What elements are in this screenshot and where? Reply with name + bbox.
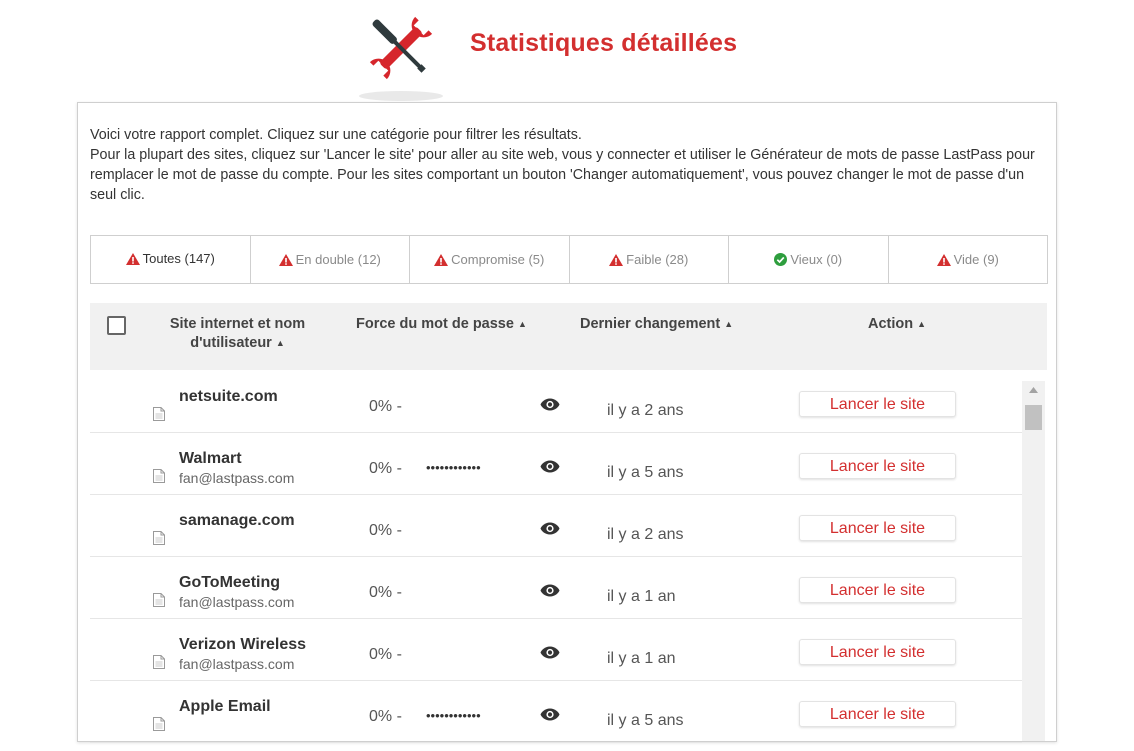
site-name: Apple Email <box>179 698 271 715</box>
column-header-strength[interactable]: Force du mot de passe ▲ <box>356 315 527 335</box>
sort-caret-icon: ▲ <box>275 338 285 348</box>
last-changed: il y a 5 ans <box>607 464 684 481</box>
scrollbar-thumb[interactable] <box>1025 405 1042 430</box>
tab-all[interactable]: Toutes (147) <box>91 236 250 283</box>
sort-caret-icon: ▲ <box>917 319 927 329</box>
password-strength: 0% - <box>369 522 402 539</box>
intro-line-1: Voici votre rapport complet. Cliquez sur… <box>90 127 582 143</box>
table-row: samanage.com 0% - il y a 2 ans Lancer le… <box>90 495 1022 557</box>
masked-password: •••••••••••• <box>426 460 481 475</box>
document-icon <box>153 407 165 421</box>
warning-icon <box>434 253 449 266</box>
launch-site-button[interactable]: Lancer le site <box>799 391 956 417</box>
launch-site-button[interactable]: Lancer le site <box>799 701 956 727</box>
password-strength: 0% - <box>369 584 402 601</box>
tab-compromised[interactable]: Compromise (5) <box>409 236 569 283</box>
warning-icon <box>125 252 140 265</box>
tab-label: Vieux (0) <box>790 252 843 267</box>
launch-site-button[interactable]: Lancer le site <box>799 639 956 665</box>
column-header-site-line1: Site internet et nom <box>169 316 306 332</box>
tools-icon <box>359 16 443 101</box>
check-circle-icon <box>774 253 788 266</box>
tab-label: En double (12) <box>295 252 381 267</box>
site-name: GoToMeeting <box>179 574 281 591</box>
sort-caret-icon: ▲ <box>517 319 527 329</box>
tab-label: Vide (9) <box>953 252 999 267</box>
site-username: fan@lastpass.com <box>179 656 295 672</box>
site-name: Walmart <box>179 450 242 467</box>
table-row: netsuite.com 0% - il y a 2 ans Lancer le… <box>90 371 1022 433</box>
category-tabs: Toutes (147) En double (12) Compromise (… <box>90 235 1048 284</box>
document-icon <box>153 655 165 669</box>
tab-label: Toutes (147) <box>142 251 215 266</box>
column-header-changed[interactable]: Dernier changement ▲ <box>580 315 733 335</box>
eye-icon[interactable] <box>540 522 560 535</box>
site-name: netsuite.com <box>179 388 278 405</box>
tab-weak[interactable]: Faible (28) <box>568 236 728 283</box>
last-changed: il y a 2 ans <box>607 526 684 543</box>
table-row: GoToMeeting fan@lastpass.com 0% - il y a… <box>90 557 1022 619</box>
column-header-strength-label: Force du mot de passe <box>356 316 514 332</box>
last-changed: il y a 1 an <box>607 588 676 605</box>
tab-empty[interactable]: Vide (9) <box>887 236 1047 283</box>
column-header-site-line2: d'utilisateur <box>190 335 272 351</box>
last-changed: il y a 5 ans <box>607 712 684 729</box>
report-panel: Voici votre rapport complet. Cliquez sur… <box>77 102 1057 743</box>
table-header: Site internet et nom d'utilisateur ▲ For… <box>90 303 1047 370</box>
tab-duplicate[interactable]: En double (12) <box>249 236 409 283</box>
document-icon <box>153 531 165 545</box>
document-icon <box>153 717 165 731</box>
eye-icon[interactable] <box>540 646 560 659</box>
table-row: Verizon Wireless fan@lastpass.com 0% - i… <box>90 619 1022 681</box>
site-username: fan@lastpass.com <box>179 470 295 486</box>
launch-site-button[interactable]: Lancer le site <box>799 515 956 541</box>
password-strength: 0% - <box>369 398 402 415</box>
masked-password: •••••••••••• <box>426 708 481 723</box>
last-changed: il y a 1 an <box>607 650 676 667</box>
vertical-scrollbar[interactable] <box>1022 381 1045 741</box>
column-header-site[interactable]: Site internet et nom d'utilisateur ▲ <box>164 315 311 354</box>
table-row: Apple Email 0% - •••••••••••• il y a 5 a… <box>90 681 1022 743</box>
column-header-action[interactable]: Action ▲ <box>868 315 926 335</box>
warning-icon <box>609 253 624 266</box>
tab-old[interactable]: Vieux (0) <box>728 236 888 283</box>
last-changed: il y a 2 ans <box>607 402 684 419</box>
page-title: Statistiques détaillées <box>470 29 738 57</box>
password-strength: 0% - <box>369 460 402 477</box>
launch-site-button[interactable]: Lancer le site <box>799 577 956 603</box>
tab-label: Compromise (5) <box>451 252 545 267</box>
eye-icon[interactable] <box>540 708 560 721</box>
warning-icon <box>936 253 951 266</box>
scroll-up-arrow-icon[interactable] <box>1029 387 1038 393</box>
warning-icon <box>278 253 293 266</box>
document-icon <box>153 593 165 607</box>
site-name: samanage.com <box>179 512 295 529</box>
site-name: Verizon Wireless <box>179 636 307 653</box>
site-username: fan@lastpass.com <box>179 594 295 610</box>
eye-icon[interactable] <box>540 460 560 473</box>
launch-site-button[interactable]: Lancer le site <box>799 453 956 479</box>
site-list: netsuite.com 0% - il y a 2 ans Lancer le… <box>90 371 1022 751</box>
column-header-action-label: Action <box>868 316 914 332</box>
intro-text: Voici votre rapport complet. Cliquez sur… <box>90 125 1040 205</box>
eye-icon[interactable] <box>540 584 560 597</box>
intro-line-2: Pour la plupart des sites, cliquez sur '… <box>90 147 1035 203</box>
select-all-checkbox[interactable] <box>107 316 126 335</box>
password-strength: 0% - <box>369 708 402 725</box>
document-icon <box>153 469 165 483</box>
tab-label: Faible (28) <box>626 252 689 267</box>
eye-icon[interactable] <box>540 398 560 411</box>
column-header-changed-label: Dernier changement <box>580 316 721 332</box>
table-row: Walmart fan@lastpass.com 0% - ••••••••••… <box>90 433 1022 495</box>
page-header: Statistiques détaillées <box>0 0 1134 103</box>
password-strength: 0% - <box>369 646 402 663</box>
sort-caret-icon: ▲ <box>724 319 734 329</box>
